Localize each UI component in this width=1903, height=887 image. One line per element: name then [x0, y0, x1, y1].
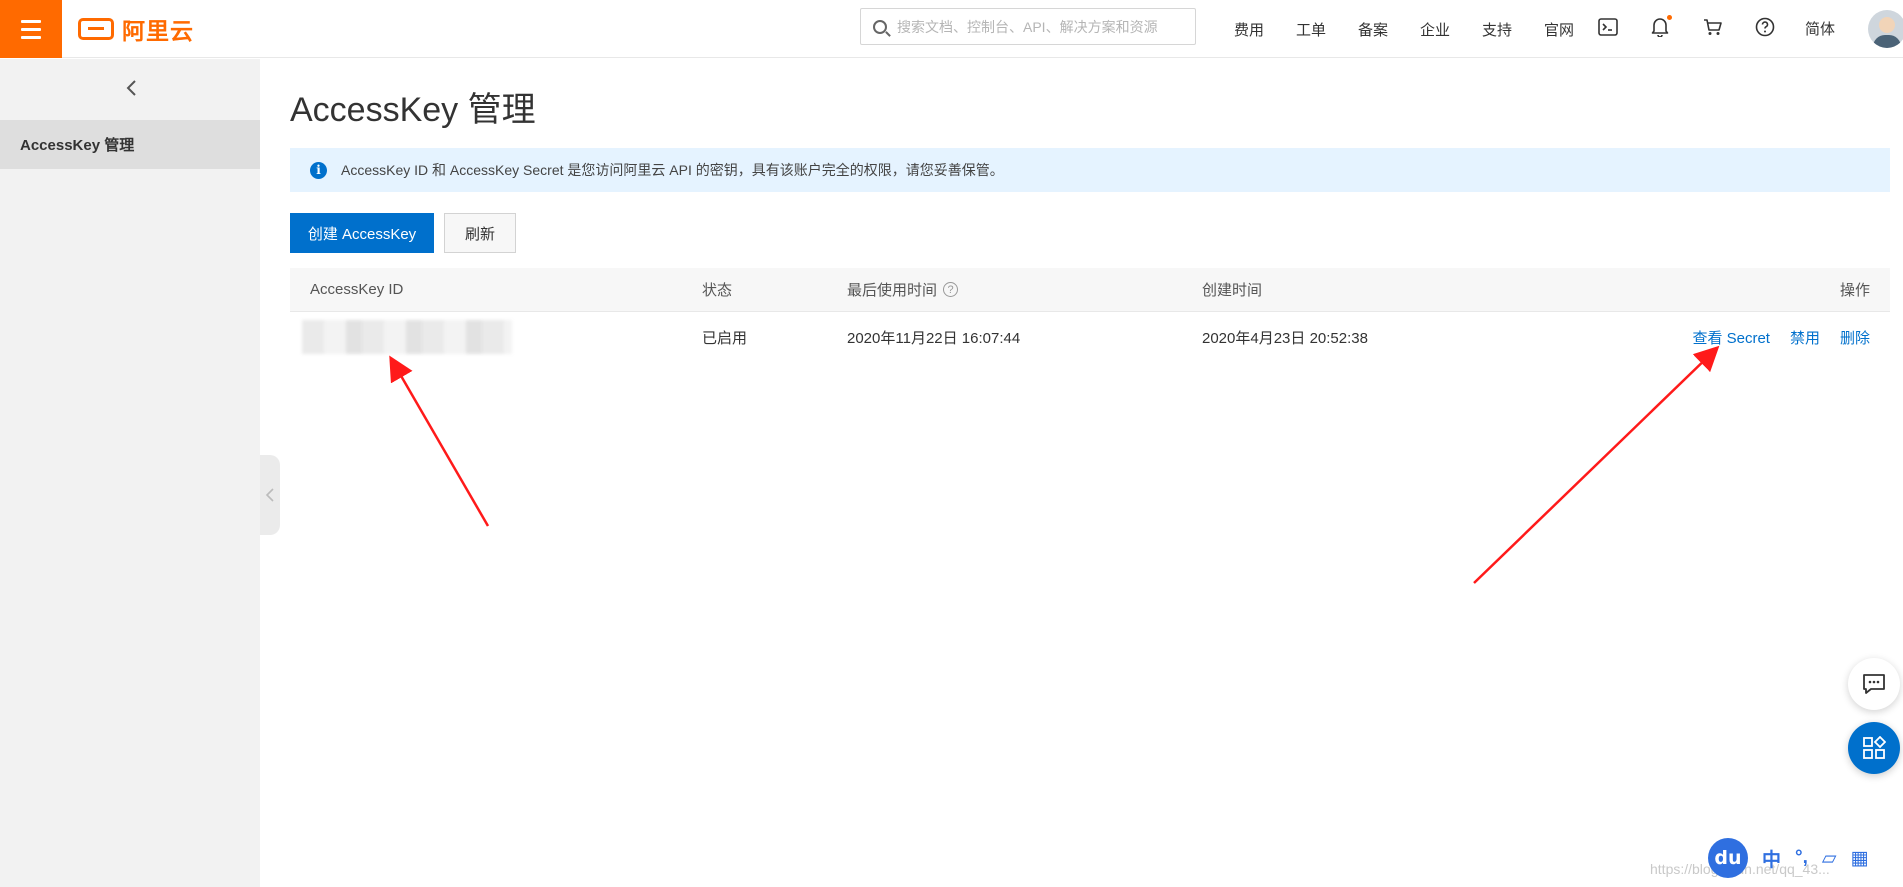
- column-header-label: 最后使用时间: [847, 282, 938, 299]
- aliyun-logo-icon: [78, 18, 114, 40]
- ime-skin-icon[interactable]: ▱: [1822, 847, 1837, 870]
- menu-bar-line: [21, 19, 41, 23]
- user-avatar[interactable]: [1868, 10, 1903, 48]
- nav-link-support[interactable]: 支持: [1466, 19, 1528, 40]
- notice-text: AccessKey ID 和 AccessKey Secret 是您访问阿里云 …: [341, 162, 1004, 178]
- shopping-cart-icon[interactable]: [1702, 16, 1724, 38]
- column-header-last-used: 最后使用时间 ?: [847, 268, 959, 311]
- ime-grid-icon[interactable]: ▦: [1851, 847, 1869, 870]
- column-header-actions: 操作: [1839, 282, 1870, 299]
- avatar-head: [1879, 17, 1895, 33]
- apps-grid-button[interactable]: [1848, 722, 1900, 774]
- disable-link[interactable]: 禁用: [1790, 327, 1820, 348]
- search-icon: [873, 19, 887, 34]
- brand-name: 阿里云: [122, 18, 194, 44]
- delete-link[interactable]: 删除: [1840, 327, 1870, 348]
- info-icon: i: [310, 161, 327, 179]
- hamburger-menu-button[interactable]: [0, 0, 62, 58]
- table-header: AccessKey ID 状态 最后使用时间 ? 创建时间 操作: [290, 268, 1890, 312]
- ime-punctuation-icon[interactable]: °,: [1795, 847, 1808, 869]
- menu-bar-line: [21, 35, 41, 39]
- language-switch[interactable]: 简体: [1805, 18, 1835, 39]
- info-notice: i AccessKey ID 和 AccessKey Secret 是您访问阿里…: [290, 148, 1890, 192]
- cloud-shell-terminal-icon[interactable]: [1597, 16, 1619, 38]
- chat-support-button[interactable]: [1848, 658, 1900, 710]
- nav-link-billing[interactable]: 费用: [1218, 19, 1280, 40]
- created-cell: 2020年4月23日 20:52:38: [1202, 329, 1368, 347]
- nav-link-tickets[interactable]: 工单: [1280, 19, 1342, 40]
- sidebar-item-accesskey[interactable]: AccessKey 管理: [0, 120, 260, 169]
- sidebar-item-label: AccessKey 管理: [20, 137, 135, 154]
- search-input[interactable]: [897, 18, 1187, 35]
- search-box[interactable]: [860, 8, 1196, 45]
- redacted-accesskey-id: [302, 320, 512, 354]
- status-cell: 已启用: [702, 329, 748, 347]
- sidebar: AccessKey 管理: [0, 59, 260, 887]
- accesskey-id-cell: [302, 312, 512, 362]
- unread-dot: [1667, 15, 1672, 20]
- annotation-arrow-right: [1473, 345, 1720, 584]
- column-header-status: 状态: [702, 282, 733, 299]
- chevron-left-icon[interactable]: [121, 77, 143, 99]
- aliyun-logo[interactable]: 阿里云: [78, 14, 194, 44]
- create-accesskey-button[interactable]: 创建 AccessKey: [290, 213, 434, 253]
- help-tooltip-icon[interactable]: ?: [943, 282, 959, 297]
- nav-link-icp-filing[interactable]: 备案: [1342, 19, 1404, 40]
- refresh-button[interactable]: 刷新: [444, 213, 516, 253]
- accesskey-table: AccessKey ID 状态 最后使用时间 ? 创建时间 操作 已启用 202…: [290, 268, 1890, 362]
- top-navbar: 阿里云 费用 工单 备案 企业 支持 官网 简体: [0, 0, 1903, 58]
- chevron-left-icon: [265, 488, 274, 502]
- ime-mode-indicator[interactable]: 中: [1762, 845, 1781, 872]
- notification-bell-icon[interactable]: [1649, 15, 1672, 38]
- page-title: AccessKey 管理: [290, 91, 536, 129]
- table-row: 已启用 2020年11月22日 16:07:44 2020年4月23日 20:5…: [290, 312, 1890, 362]
- menu-bar-line: [21, 27, 41, 31]
- view-secret-link[interactable]: 查看 Secret: [1692, 327, 1770, 348]
- column-header-created: 创建时间: [1202, 282, 1263, 299]
- baidu-ime-logo[interactable]: du: [1708, 838, 1748, 878]
- column-header-accesskey-id: AccessKey ID: [310, 281, 404, 298]
- chat-bubble-icon: [1863, 674, 1885, 694]
- help-question-icon[interactable]: [1754, 16, 1776, 38]
- annotation-arrows: [389, 345, 1720, 584]
- annotation-arrow-left: [389, 355, 490, 527]
- avatar-body: [1873, 35, 1901, 48]
- top-nav-links: 费用 工单 备案 企业 支持 官网: [1218, 0, 1590, 58]
- nav-link-official-site[interactable]: 官网: [1528, 19, 1590, 40]
- ime-toolbar: du 中 °, ▱ ▦: [1708, 838, 1868, 878]
- sidebar-toggle-handle[interactable]: [260, 455, 280, 535]
- actions-cell: 查看 Secret 禁用 删除: [1672, 312, 1870, 362]
- last-used-cell: 2020年11月22日 16:07:44: [847, 329, 1021, 347]
- nav-link-enterprise[interactable]: 企业: [1404, 19, 1466, 40]
- apps-grid-icon: [1863, 736, 1886, 759]
